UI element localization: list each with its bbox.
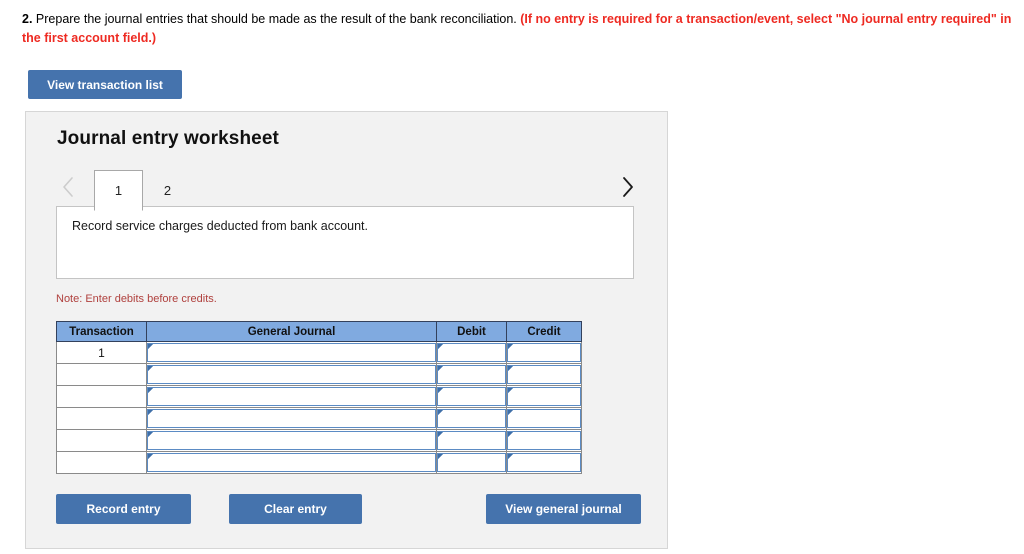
- credit-input[interactable]: [507, 365, 581, 384]
- tab-navigation: 1 2: [56, 166, 639, 211]
- question-text: Prepare the journal entries that should …: [32, 12, 521, 26]
- debit-cell[interactable]: [436, 385, 507, 408]
- table-row: [56, 385, 582, 408]
- transaction-description-text: Record service charges deducted from ban…: [72, 219, 368, 233]
- debit-input[interactable]: [437, 343, 506, 362]
- record-entry-button[interactable]: Record entry: [56, 494, 191, 524]
- general-journal-cell[interactable]: [146, 451, 437, 474]
- chevron-right-icon[interactable]: [615, 172, 639, 202]
- credit-cell[interactable]: [506, 385, 582, 408]
- credit-cell[interactable]: [506, 407, 582, 430]
- transaction-description-box: Record service charges deducted from ban…: [56, 206, 634, 279]
- transaction-number-cell: [56, 407, 147, 430]
- column-header-transaction: Transaction: [56, 321, 147, 342]
- column-header-debit: Debit: [436, 321, 507, 342]
- question-prompt: 2. Prepare the journal entries that shou…: [22, 10, 1016, 48]
- debits-before-credits-note: Note: Enter debits before credits.: [56, 293, 217, 305]
- credit-input[interactable]: [507, 387, 581, 406]
- debit-input[interactable]: [437, 365, 506, 384]
- debit-cell[interactable]: [436, 363, 507, 386]
- table-row: [56, 363, 582, 386]
- debit-cell[interactable]: [436, 341, 507, 364]
- column-header-general-journal: General Journal: [146, 321, 437, 342]
- debit-cell[interactable]: [436, 451, 507, 474]
- credit-input[interactable]: [507, 343, 581, 362]
- tab-1[interactable]: 1: [94, 170, 143, 211]
- debit-cell[interactable]: [436, 407, 507, 430]
- transaction-number-cell: [56, 451, 147, 474]
- credit-cell[interactable]: [506, 341, 582, 364]
- credit-input[interactable]: [507, 431, 581, 450]
- general-journal-cell[interactable]: [146, 385, 437, 408]
- debit-input[interactable]: [437, 387, 506, 406]
- debit-cell[interactable]: [436, 429, 507, 452]
- general-journal-cell[interactable]: [146, 363, 437, 386]
- table-row: [56, 407, 582, 430]
- account-select-field[interactable]: [147, 409, 436, 428]
- page-title: Journal entry worksheet: [57, 128, 279, 149]
- table-header-row: Transaction General Journal Debit Credit: [56, 321, 582, 342]
- account-select-field[interactable]: [147, 453, 436, 472]
- debit-input[interactable]: [437, 453, 506, 472]
- credit-input[interactable]: [507, 453, 581, 472]
- table-row: 1: [56, 341, 582, 364]
- question-number: 2.: [22, 12, 33, 26]
- transaction-number-cell: [56, 385, 147, 408]
- transaction-number-cell: 1: [56, 341, 147, 364]
- tab-list: 1 2: [94, 166, 192, 211]
- general-journal-cell[interactable]: [146, 429, 437, 452]
- journal-entry-table: Transaction General Journal Debit Credit…: [56, 321, 582, 474]
- debit-input[interactable]: [437, 409, 506, 428]
- transaction-number-cell: [56, 363, 147, 386]
- debit-input[interactable]: [437, 431, 506, 450]
- view-general-journal-button[interactable]: View general journal: [486, 494, 641, 524]
- account-select-field[interactable]: [147, 343, 436, 362]
- journal-entry-worksheet-panel: Journal entry worksheet 1 2 Record servi…: [25, 111, 668, 549]
- table-row: [56, 429, 582, 452]
- account-select-field[interactable]: [147, 431, 436, 450]
- chevron-left-icon[interactable]: [56, 172, 80, 202]
- account-select-field[interactable]: [147, 387, 436, 406]
- column-header-credit: Credit: [506, 321, 582, 342]
- clear-entry-button[interactable]: Clear entry: [229, 494, 362, 524]
- credit-cell[interactable]: [506, 429, 582, 452]
- table-row: [56, 451, 582, 474]
- transaction-number-cell: [56, 429, 147, 452]
- general-journal-cell[interactable]: [146, 407, 437, 430]
- general-journal-cell[interactable]: [146, 341, 437, 364]
- view-transaction-list-button[interactable]: View transaction list: [28, 70, 182, 99]
- tab-2[interactable]: 2: [143, 171, 192, 210]
- credit-cell[interactable]: [506, 451, 582, 474]
- account-select-field[interactable]: [147, 365, 436, 384]
- credit-input[interactable]: [507, 409, 581, 428]
- credit-cell[interactable]: [506, 363, 582, 386]
